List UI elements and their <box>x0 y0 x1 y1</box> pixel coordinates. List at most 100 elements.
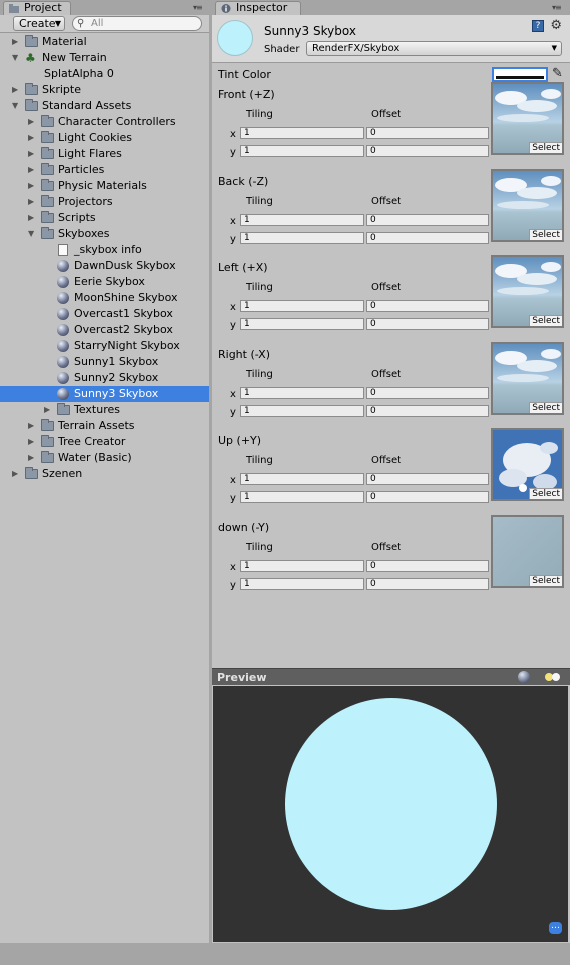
tree-item[interactable]: ▶ Tree Creator <box>0 434 209 450</box>
offset-x-field[interactable]: 0 <box>366 213 489 226</box>
tree-item[interactable]: ▶ Light Flares <box>0 146 209 162</box>
collapsed-arrow-icon[interactable]: ▶ <box>28 434 38 450</box>
tree-item-label: Overcast1 Skybox <box>74 307 173 320</box>
tiling-y-field[interactable]: 1 <box>240 145 364 157</box>
texture-thumbnail[interactable]: Select <box>491 341 564 415</box>
tree-item[interactable]: Sunny2 Skybox <box>0 370 209 386</box>
texture-thumbnail[interactable]: Select <box>491 428 564 502</box>
offset-y-field[interactable]: 0 <box>366 231 489 244</box>
collapsed-arrow-icon[interactable]: ▶ <box>28 450 38 466</box>
tiling-y-field[interactable]: 1 <box>240 318 364 331</box>
select-texture-button[interactable]: Select <box>529 401 562 413</box>
offset-x-field[interactable]: 0 <box>366 473 489 486</box>
tree-item[interactable]: MoonShine Skybox <box>0 290 209 306</box>
collapsed-arrow-icon[interactable]: ▶ <box>28 162 38 178</box>
offset-y-field[interactable]: 0 <box>366 145 489 157</box>
project-panel-menu-icon[interactable]: ▾≡ <box>193 3 207 12</box>
collapsed-arrow-icon[interactable]: ▶ <box>28 194 38 210</box>
tiling-x-field[interactable]: 1 <box>240 560 364 572</box>
tiling-x-field[interactable]: 1 <box>240 213 364 226</box>
collapsed-arrow-icon[interactable]: ▶ <box>12 466 22 482</box>
collapsed-arrow-icon[interactable]: ▶ <box>28 178 38 194</box>
offset-y-field[interactable]: 0 <box>366 318 489 331</box>
offset-x-field[interactable]: 0 <box>366 127 489 139</box>
tiling-x-field[interactable]: 1 <box>240 473 364 486</box>
select-texture-button[interactable]: Select <box>529 575 562 586</box>
tree-item[interactable]: ▶ Light Cookies <box>0 130 209 146</box>
help-book-icon[interactable]: ? <box>532 20 544 32</box>
gear-icon[interactable]: ⚙ <box>550 18 562 33</box>
texture-thumbnail[interactable]: Select <box>491 168 564 242</box>
tree-item[interactable]: Sunny3 Skybox <box>0 386 209 402</box>
tree-item[interactable]: Overcast1 Skybox <box>0 306 209 322</box>
tiling-y-field[interactable]: 1 <box>240 578 364 590</box>
collapsed-arrow-icon[interactable]: ▶ <box>28 418 38 434</box>
collapsed-arrow-icon[interactable]: ▶ <box>28 130 38 146</box>
expanded-arrow-icon[interactable]: ▼ <box>28 226 38 242</box>
material-name: Sunny3 Skybox <box>264 24 356 38</box>
tree-item[interactable]: ▶ Water (Basic) <box>0 450 209 466</box>
select-texture-button[interactable]: Select <box>529 142 562 153</box>
tree-item[interactable]: SplatAlpha 0 <box>0 66 209 82</box>
select-texture-button[interactable]: Select <box>529 228 562 240</box>
tiling-x-field[interactable]: 1 <box>240 127 364 139</box>
tree-item[interactable]: DawnDusk Skybox <box>0 258 209 274</box>
collapsed-arrow-icon[interactable]: ▶ <box>12 82 22 98</box>
tree-item[interactable]: _skybox info <box>0 242 209 258</box>
tab-project[interactable]: Project <box>3 1 71 15</box>
tree-item[interactable]: Eerie Skybox <box>0 274 209 290</box>
tree-item-label: Character Controllers <box>58 115 176 128</box>
select-texture-button[interactable]: Select <box>529 488 562 500</box>
texture-thumbnail[interactable]: Select <box>491 82 564 155</box>
more-options-icon[interactable]: … <box>549 922 562 934</box>
tree-item[interactable]: ▶ Skripte <box>0 82 209 98</box>
tree-item[interactable]: ▶ Physic Materials <box>0 178 209 194</box>
tab-project-label: Project <box>24 1 62 14</box>
tree-item[interactable]: Sunny1 Skybox <box>0 354 209 370</box>
tree-item[interactable]: ▶ Scripts <box>0 210 209 226</box>
preview-lights-icon[interactable] <box>545 673 561 682</box>
tree-item[interactable]: ▶ Textures <box>0 402 209 418</box>
texture-thumbnail[interactable]: Select <box>491 255 564 329</box>
tab-inspector[interactable]: Inspector <box>215 1 301 15</box>
tree-item[interactable]: Overcast2 Skybox <box>0 322 209 338</box>
tree-item[interactable]: ▶ Szenen <box>0 466 209 482</box>
tree-item[interactable]: ▼ Skyboxes <box>0 226 209 242</box>
tiling-y-field[interactable]: 1 <box>240 404 364 417</box>
tree-item[interactable]: ▶ Character Controllers <box>0 114 209 130</box>
eyedropper-icon[interactable]: ✎ <box>552 66 563 81</box>
offset-x-field[interactable]: 0 <box>366 560 489 572</box>
offset-y-field[interactable]: 0 <box>366 404 489 417</box>
preview-sphere-icon[interactable] <box>518 671 530 683</box>
expanded-arrow-icon[interactable]: ▼ <box>12 98 22 114</box>
tree-item[interactable]: ▼ Standard Assets <box>0 98 209 114</box>
offset-x-field[interactable]: 0 <box>366 386 489 399</box>
tree-item[interactable]: ▶ Material <box>0 34 209 50</box>
collapsed-arrow-icon[interactable]: ▶ <box>28 146 38 162</box>
collapsed-arrow-icon[interactable]: ▶ <box>12 34 22 50</box>
tree-item[interactable]: ▶ Projectors <box>0 194 209 210</box>
tree-item[interactable]: ▼ ♣ New Terrain <box>0 50 209 66</box>
tint-color-field[interactable] <box>492 67 548 82</box>
tree-item[interactable]: StarryNight Skybox <box>0 338 209 354</box>
search-input[interactable]: ⚲ All <box>72 16 202 31</box>
tiling-y-field[interactable]: 1 <box>240 491 364 504</box>
preview-viewport[interactable]: … <box>213 686 568 942</box>
collapsed-arrow-icon[interactable]: ▶ <box>28 114 38 130</box>
expanded-arrow-icon[interactable]: ▼ <box>12 50 22 66</box>
tree-item[interactable]: ▶ Terrain Assets <box>0 418 209 434</box>
collapsed-arrow-icon[interactable]: ▶ <box>44 402 54 418</box>
shader-dropdown[interactable]: RenderFX/Skybox ▼ <box>306 41 562 56</box>
offset-x-field[interactable]: 0 <box>366 300 489 313</box>
tiling-x-field[interactable]: 1 <box>240 300 364 313</box>
inspector-panel-menu-icon[interactable]: ▾≡ <box>552 3 566 12</box>
tree-item[interactable]: ▶ Particles <box>0 162 209 178</box>
texture-thumbnail[interactable]: Select <box>491 515 564 588</box>
offset-y-field[interactable]: 0 <box>366 491 489 504</box>
tiling-x-field[interactable]: 1 <box>240 386 364 399</box>
create-button[interactable]: Create ▼ <box>13 16 65 31</box>
collapsed-arrow-icon[interactable]: ▶ <box>28 210 38 226</box>
tiling-y-field[interactable]: 1 <box>240 231 364 244</box>
offset-y-field[interactable]: 0 <box>366 578 489 590</box>
select-texture-button[interactable]: Select <box>529 315 562 327</box>
